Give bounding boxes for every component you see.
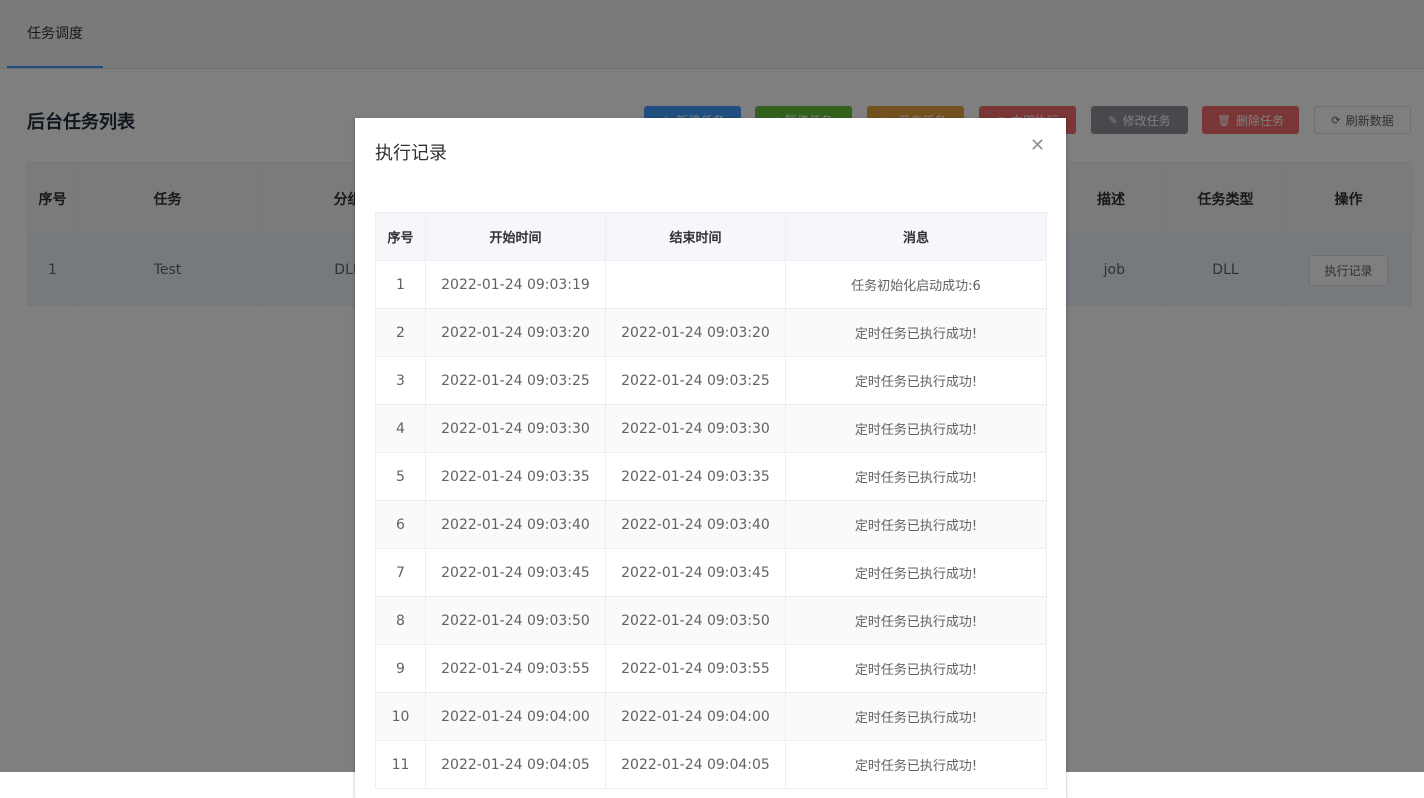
cell-start-time: 2022-01-24 09:03:55: [425, 644, 606, 693]
cell-index: 9: [375, 644, 426, 693]
cell-end-time: 2022-01-24 09:03:20: [605, 308, 786, 357]
cell-message: 定时任务已执行成功!: [785, 644, 1047, 693]
cell-message: 定时任务已执行成功!: [785, 452, 1047, 501]
cell-message: 定时任务已执行成功!: [785, 548, 1047, 597]
cell-message: 定时任务已执行成功!: [785, 356, 1047, 405]
cell-end-time: 2022-01-24 09:04:00: [605, 692, 786, 741]
cell-end-time: 2022-01-24 09:03:30: [605, 404, 786, 453]
cell-end-time: 2022-01-24 09:03:40: [605, 500, 786, 549]
cell-end-time: 2022-01-24 09:03:45: [605, 548, 786, 597]
cell-end-time: 2022-01-24 09:03:25: [605, 356, 786, 405]
cell-start-time: 2022-01-24 09:03:25: [425, 356, 606, 405]
table-row: 3 2022-01-24 09:03:25 2022-01-24 09:03:2…: [375, 356, 1047, 405]
cell-message: 定时任务已执行成功!: [785, 740, 1047, 789]
cell-start-time: 2022-01-24 09:03:50: [425, 596, 606, 645]
cell-message: 定时任务已执行成功!: [785, 404, 1047, 453]
column-header: 结束时间: [605, 212, 786, 261]
cell-start-time: 2022-01-24 09:03:35: [425, 452, 606, 501]
close-icon[interactable]: ✕: [1030, 136, 1045, 156]
cell-start-time: 2022-01-24 09:03:40: [425, 500, 606, 549]
cell-message: 定时任务已执行成功!: [785, 308, 1047, 357]
cell-start-time: 2022-01-24 09:04:00: [425, 692, 606, 741]
dialog-title: 执行记录: [375, 143, 447, 164]
cell-message: 任务初始化启动成功:6: [785, 260, 1047, 309]
cell-index: 10: [375, 692, 426, 741]
cell-message: 定时任务已执行成功!: [785, 500, 1047, 549]
cell-index: 8: [375, 596, 426, 645]
cell-index: 7: [375, 548, 426, 597]
table-row: 11 2022-01-24 09:04:05 2022-01-24 09:04:…: [375, 740, 1047, 789]
table-row: 4 2022-01-24 09:03:30 2022-01-24 09:03:3…: [375, 404, 1047, 453]
column-header: 消息: [785, 212, 1047, 261]
table-row: 10 2022-01-24 09:04:00 2022-01-24 09:04:…: [375, 692, 1047, 741]
cell-index: 1: [375, 260, 426, 309]
cell-end-time: 2022-01-24 09:03:50: [605, 596, 786, 645]
cell-end-time: [605, 260, 786, 309]
cell-index: 11: [375, 740, 426, 789]
cell-message: 定时任务已执行成功!: [785, 692, 1047, 741]
table-row: 9 2022-01-24 09:03:55 2022-01-24 09:03:5…: [375, 644, 1047, 693]
cell-end-time: 2022-01-24 09:03:35: [605, 452, 786, 501]
cell-start-time: 2022-01-24 09:03:20: [425, 308, 606, 357]
table-row: 7 2022-01-24 09:03:45 2022-01-24 09:03:4…: [375, 548, 1047, 597]
cell-start-time: 2022-01-24 09:03:30: [425, 404, 606, 453]
cell-index: 2: [375, 308, 426, 357]
table-row: 5 2022-01-24 09:03:35 2022-01-24 09:03:3…: [375, 452, 1047, 501]
cell-index: 4: [375, 404, 426, 453]
cell-index: 6: [375, 500, 426, 549]
table-row: 2 2022-01-24 09:03:20 2022-01-24 09:03:2…: [375, 308, 1047, 357]
execution-log-dialog: 执行记录 ✕ 序号 开始时间 结束时间 消息 1 2022-01-24 09:0…: [355, 118, 1066, 798]
table-row: 1 2022-01-24 09:03:19 任务初始化启动成功:6: [375, 260, 1047, 309]
cell-start-time: 2022-01-24 09:03:19: [425, 260, 606, 309]
cell-message: 定时任务已执行成功!: [785, 596, 1047, 645]
table-row: 6 2022-01-24 09:03:40 2022-01-24 09:03:4…: [375, 500, 1047, 549]
cell-index: 3: [375, 356, 426, 405]
cell-index: 5: [375, 452, 426, 501]
execution-log-table: 序号 开始时间 结束时间 消息 1 2022-01-24 09:03:19 任务…: [375, 212, 1047, 789]
cell-start-time: 2022-01-24 09:04:05: [425, 740, 606, 789]
column-header: 开始时间: [425, 212, 606, 261]
cell-start-time: 2022-01-24 09:03:45: [425, 548, 606, 597]
column-header: 序号: [375, 212, 426, 261]
cell-end-time: 2022-01-24 09:03:55: [605, 644, 786, 693]
table-row: 8 2022-01-24 09:03:50 2022-01-24 09:03:5…: [375, 596, 1047, 645]
cell-end-time: 2022-01-24 09:04:05: [605, 740, 786, 789]
